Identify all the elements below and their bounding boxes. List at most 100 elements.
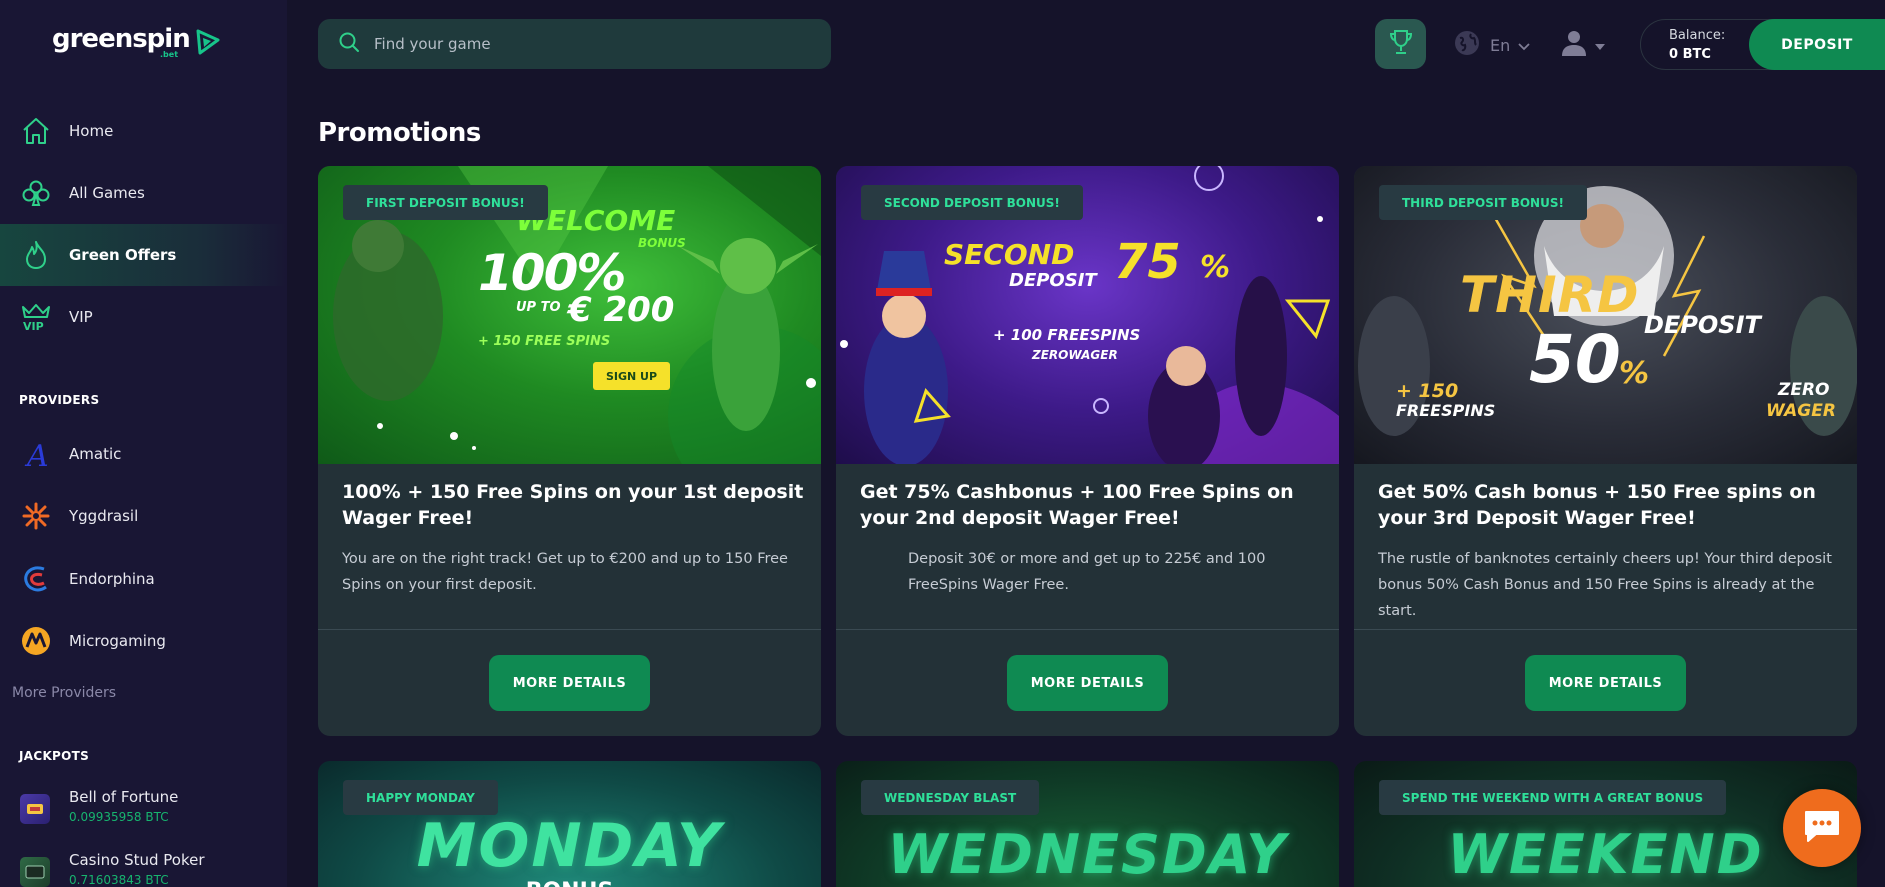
banner-title: WEEKEND <box>1447 823 1764 886</box>
banner-line: UP TO <box>516 300 561 315</box>
jackpot-item[interactable]: Casino Stud Poker 0.71603843 BTC <box>20 851 205 887</box>
promo-banner-third-deposit[interactable]: THIRD DEPOSIT 50 % + 150 FREESPINS ZERO … <box>1354 166 1857 464</box>
clubs-icon <box>20 177 52 209</box>
banner-title: WEDNESDAY <box>887 823 1288 886</box>
main-nav: Home All Games Green Offers VIP VIP <box>0 100 287 348</box>
divider <box>318 629 821 630</box>
promo-title: Get 75% Cashbonus + 100 Free Spins on yo… <box>860 481 1294 529</box>
home-icon <box>20 115 52 147</box>
search-bar[interactable] <box>318 19 831 69</box>
trophy-icon <box>1388 28 1414 60</box>
banner-signup-badge: SIGN UP <box>593 362 670 390</box>
crown-icon: VIP <box>20 301 52 333</box>
promo-tag: SPEND THE WEEKEND WITH A GREAT BONUS <box>1379 780 1727 815</box>
promo-card-monday[interactable]: HAPPY MONDAY MONDAY BONUS <box>318 761 821 887</box>
svg-text:A: A <box>24 439 49 470</box>
banner-line: THIRD <box>1460 266 1640 324</box>
language-selector[interactable]: En <box>1454 30 1530 60</box>
nav-item-home[interactable]: Home <box>0 100 287 162</box>
promo-card: THIRD DEPOSIT 50 % + 150 FREESPINS ZERO … <box>1354 166 1857 736</box>
promo-title: Get 50% Cash bonus + 150 Free spins on y… <box>1378 481 1816 529</box>
jackpot-value: 0.09935958 BTC <box>69 810 169 824</box>
nav-item-vip[interactable]: VIP VIP <box>0 286 287 348</box>
provider-label: Endorphina <box>69 570 155 588</box>
nav-item-label: Green Offers <box>69 246 177 264</box>
search-input[interactable] <box>374 35 794 53</box>
promo-tag: FIRST DEPOSIT BONUS! <box>343 185 548 220</box>
promo-banner-welcome[interactable]: WELCOME BONUS 100% UP TO € 200 + 150 FRE… <box>318 166 821 464</box>
language-label: En <box>1490 35 1511 55</box>
banner-line: 50 <box>1529 321 1621 398</box>
banner-line: SECOND <box>944 238 1075 271</box>
provider-microgaming[interactable]: Microgaming <box>20 621 270 661</box>
promo-tag: WEDNESDAY BLAST <box>861 780 1040 815</box>
more-details-button[interactable]: MORE DETAILS <box>1525 655 1686 711</box>
provider-label: Yggdrasil <box>69 507 139 525</box>
deposit-button[interactable]: DEPOSIT <box>1749 19 1885 70</box>
caret-down-icon <box>1594 36 1606 55</box>
divider <box>836 629 1339 630</box>
microgaming-icon <box>20 625 52 657</box>
banner-line: DEPOSIT <box>1644 311 1761 339</box>
promo-banner-second-deposit[interactable]: SECOND DEPOSIT 75 % + 100 FREESPINS ZERO… <box>836 166 1339 464</box>
chat-button[interactable] <box>1783 789 1861 867</box>
banner-line: % <box>1619 356 1650 391</box>
banner-line: 75 <box>1114 234 1181 290</box>
jackpot-thumbnail <box>20 794 50 824</box>
promo-tag: SECOND DEPOSIT BONUS! <box>861 185 1083 220</box>
banner-line: + 150 FREE SPINS <box>478 334 611 349</box>
svg-text:VIP: VIP <box>23 320 44 333</box>
more-details-button[interactable]: MORE DETAILS <box>1007 655 1168 711</box>
jackpot-name: Bell of Fortune <box>69 788 179 806</box>
yggdrasil-icon <box>20 500 52 532</box>
jackpots-title: JACKPOTS <box>19 749 90 763</box>
logo[interactable]: greenspin .bet <box>52 24 222 59</box>
sidebar: greenspin .bet Home All Games Green Offe… <box>0 0 287 887</box>
banner-line: % <box>1200 250 1231 285</box>
banner-line: ZERO <box>1778 380 1830 400</box>
banner-line: WAGER <box>1766 401 1836 421</box>
chat-icon <box>1802 808 1842 848</box>
promo-card-wednesday[interactable]: WEDNESDAY BLAST WEDNESDAY <box>836 761 1339 887</box>
search-icon <box>338 31 360 57</box>
promo-card: WELCOME BONUS 100% UP TO € 200 + 150 FRE… <box>318 166 821 736</box>
promo-card-weekend[interactable]: SPEND THE WEEKEND WITH A GREAT BONUS WEE… <box>1354 761 1857 887</box>
page-title: Promotions <box>318 118 481 148</box>
more-providers-link[interactable]: More Providers <box>12 685 116 701</box>
jackpot-item[interactable]: Bell of Fortune 0.09935958 BTC <box>20 788 178 824</box>
banner-line: DEPOSIT <box>1009 270 1097 291</box>
banner-line: + 150 <box>1396 380 1459 402</box>
jackpot-name: Casino Stud Poker <box>69 851 205 869</box>
nav-item-green-offers[interactable]: Green Offers <box>0 224 287 286</box>
banner-line: ZEROWAGER <box>1032 348 1118 362</box>
logo-suffix: .bet <box>160 50 179 59</box>
promo-tag: HAPPY MONDAY <box>343 780 498 815</box>
user-menu[interactable] <box>1560 29 1606 61</box>
globe-icon <box>1454 30 1480 60</box>
banner-line: + 100 FREESPINS <box>993 326 1141 344</box>
provider-yggdrasil[interactable]: Yggdrasil <box>20 496 270 536</box>
nav-item-label: All Games <box>69 184 145 202</box>
amatic-icon: A <box>20 438 52 470</box>
banner-title: MONDAY <box>416 811 723 881</box>
promo-tag: THIRD DEPOSIT BONUS! <box>1379 185 1587 220</box>
nav-item-all-games[interactable]: All Games <box>0 162 287 224</box>
user-icon <box>1560 29 1588 61</box>
flame-icon <box>20 239 52 271</box>
chevron-down-icon <box>1518 36 1530 55</box>
tournaments-button[interactable] <box>1375 19 1426 69</box>
nav-item-label: Home <box>69 122 114 140</box>
logo-mark-icon <box>196 29 220 55</box>
banner-line: BONUS <box>638 236 686 250</box>
provider-endorphina[interactable]: Endorphina <box>20 559 270 599</box>
banner-line: FREESPINS <box>1396 401 1496 420</box>
promo-description: Deposit 30€ or more and get up to 225€ a… <box>908 551 1266 593</box>
nav-item-label: VIP <box>69 308 93 326</box>
more-details-button[interactable]: MORE DETAILS <box>489 655 650 711</box>
promo-description: The rustle of banknotes certainly cheers… <box>1378 551 1832 619</box>
provider-amatic[interactable]: A Amatic <box>20 434 270 474</box>
provider-label: Amatic <box>69 445 122 463</box>
jackpot-value: 0.71603843 BTC <box>69 873 169 887</box>
jackpot-thumbnail <box>20 857 50 887</box>
divider <box>1354 629 1857 630</box>
